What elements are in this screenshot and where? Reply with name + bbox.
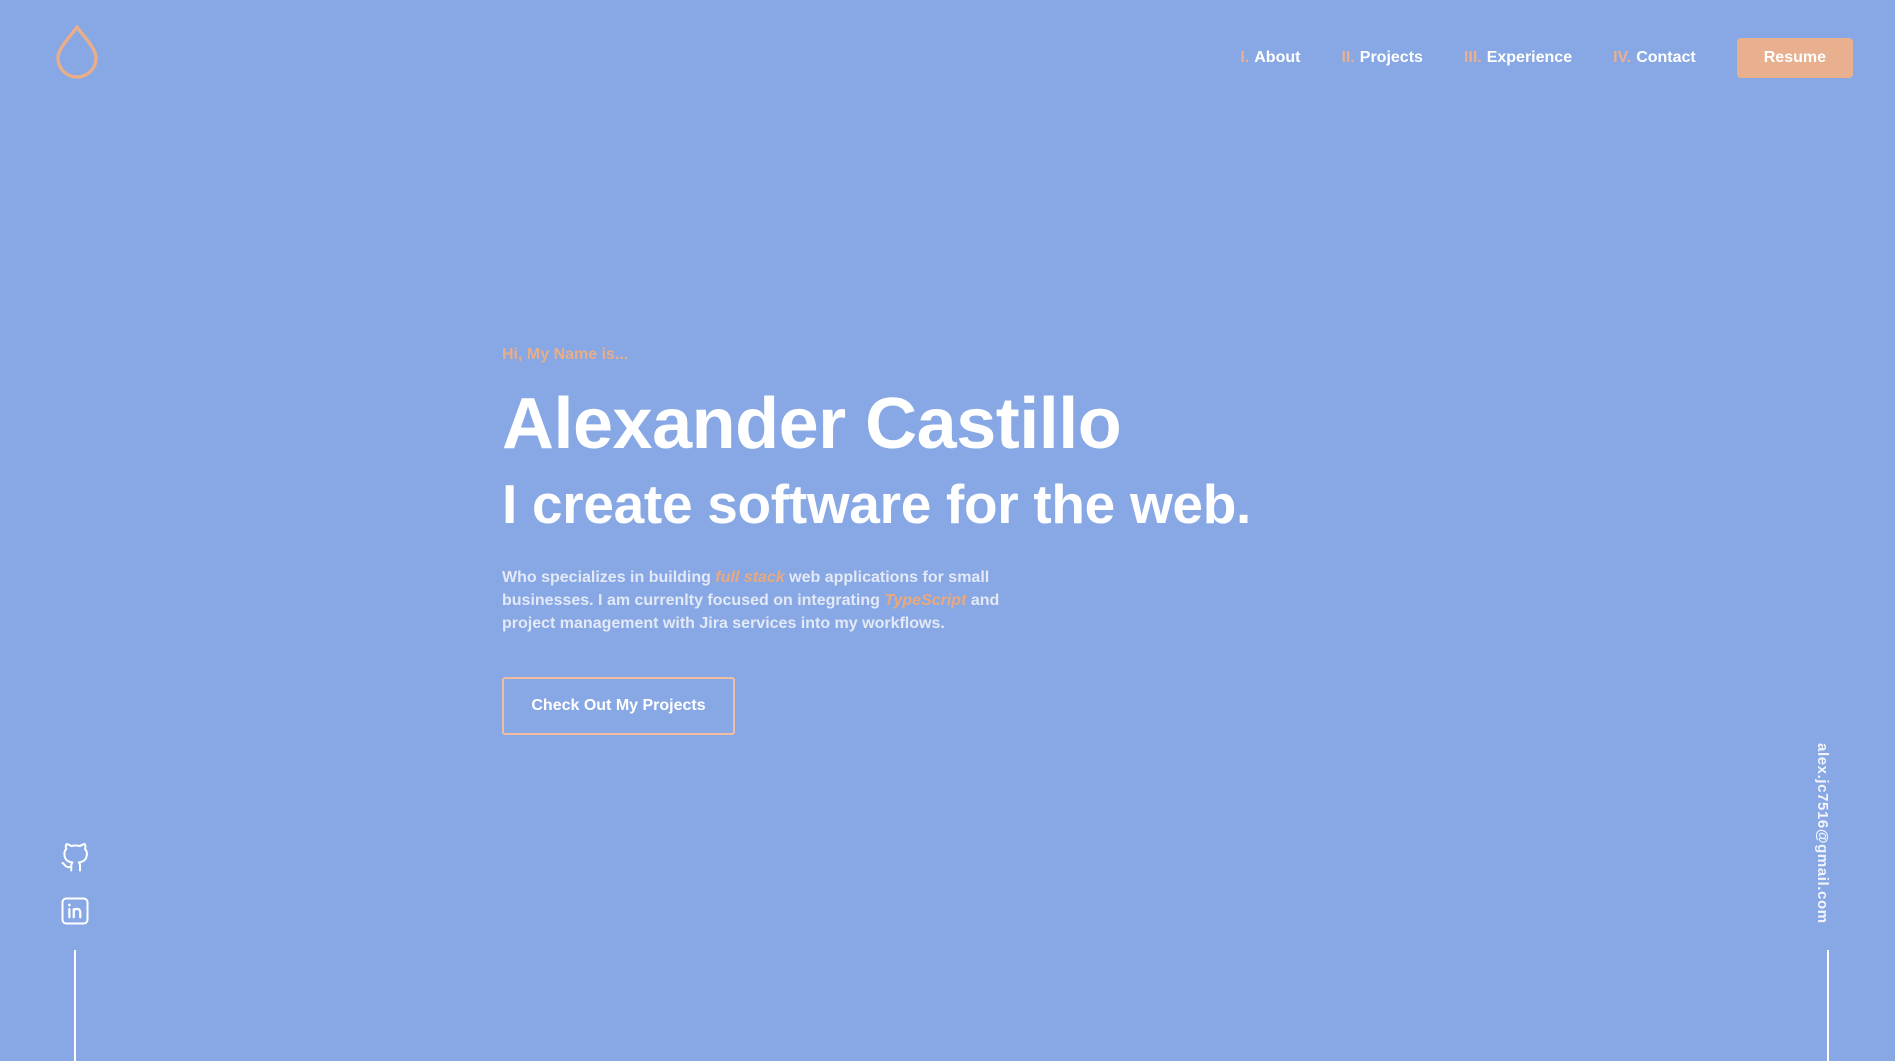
highlight-typescript: TypeScript bbox=[884, 592, 967, 609]
social-links bbox=[60, 843, 90, 949]
highlight-full-stack: full stack bbox=[715, 569, 785, 586]
nav-number: IV. bbox=[1613, 49, 1632, 66]
left-rail-line bbox=[74, 950, 76, 1061]
resume-button[interactable]: Resume bbox=[1736, 38, 1853, 78]
logo-water-drop-icon[interactable] bbox=[53, 24, 101, 80]
nav-number: II. bbox=[1341, 49, 1355, 66]
nav-label: Projects bbox=[1359, 49, 1423, 66]
linkedin-link[interactable] bbox=[60, 896, 90, 926]
linkedin-icon bbox=[61, 897, 89, 925]
nav-item-contact[interactable]: IV. Contact bbox=[1613, 49, 1696, 67]
description-text: Who specializes in building bbox=[502, 569, 716, 586]
nav-item-projects[interactable]: II. Projects bbox=[1341, 49, 1422, 67]
email-rail: alex.jc7516@gmail.com bbox=[1814, 743, 1844, 928]
hero-name: Alexander Castillo bbox=[502, 384, 1122, 464]
main-nav: I. About II. Projects III. Experience IV… bbox=[1240, 38, 1853, 78]
hero-description: Who specializes in building full stack w… bbox=[502, 566, 1047, 635]
nav-item-experience[interactable]: III. Experience bbox=[1464, 49, 1572, 67]
hero-intro: Hi, My Name is... bbox=[502, 346, 629, 363]
nav-item-about[interactable]: I. About bbox=[1240, 49, 1300, 67]
nav-label: Contact bbox=[1636, 49, 1696, 66]
nav-label: About bbox=[1254, 49, 1301, 66]
github-link[interactable] bbox=[60, 843, 90, 873]
check-out-projects-button[interactable]: Check Out My Projects bbox=[502, 677, 735, 735]
nav-label: Experience bbox=[1486, 49, 1573, 66]
github-icon bbox=[61, 843, 88, 872]
email-link[interactable]: alex.jc7516@gmail.com bbox=[1814, 743, 1831, 924]
hero-section: Hi, My Name is... Alexander Castillo I c… bbox=[502, 344, 1322, 735]
nav-number: III. bbox=[1463, 49, 1482, 66]
right-rail-line bbox=[1827, 950, 1829, 1061]
nav-number: I. bbox=[1240, 49, 1250, 66]
hero-tagline: I create software for the web. bbox=[502, 473, 1251, 535]
